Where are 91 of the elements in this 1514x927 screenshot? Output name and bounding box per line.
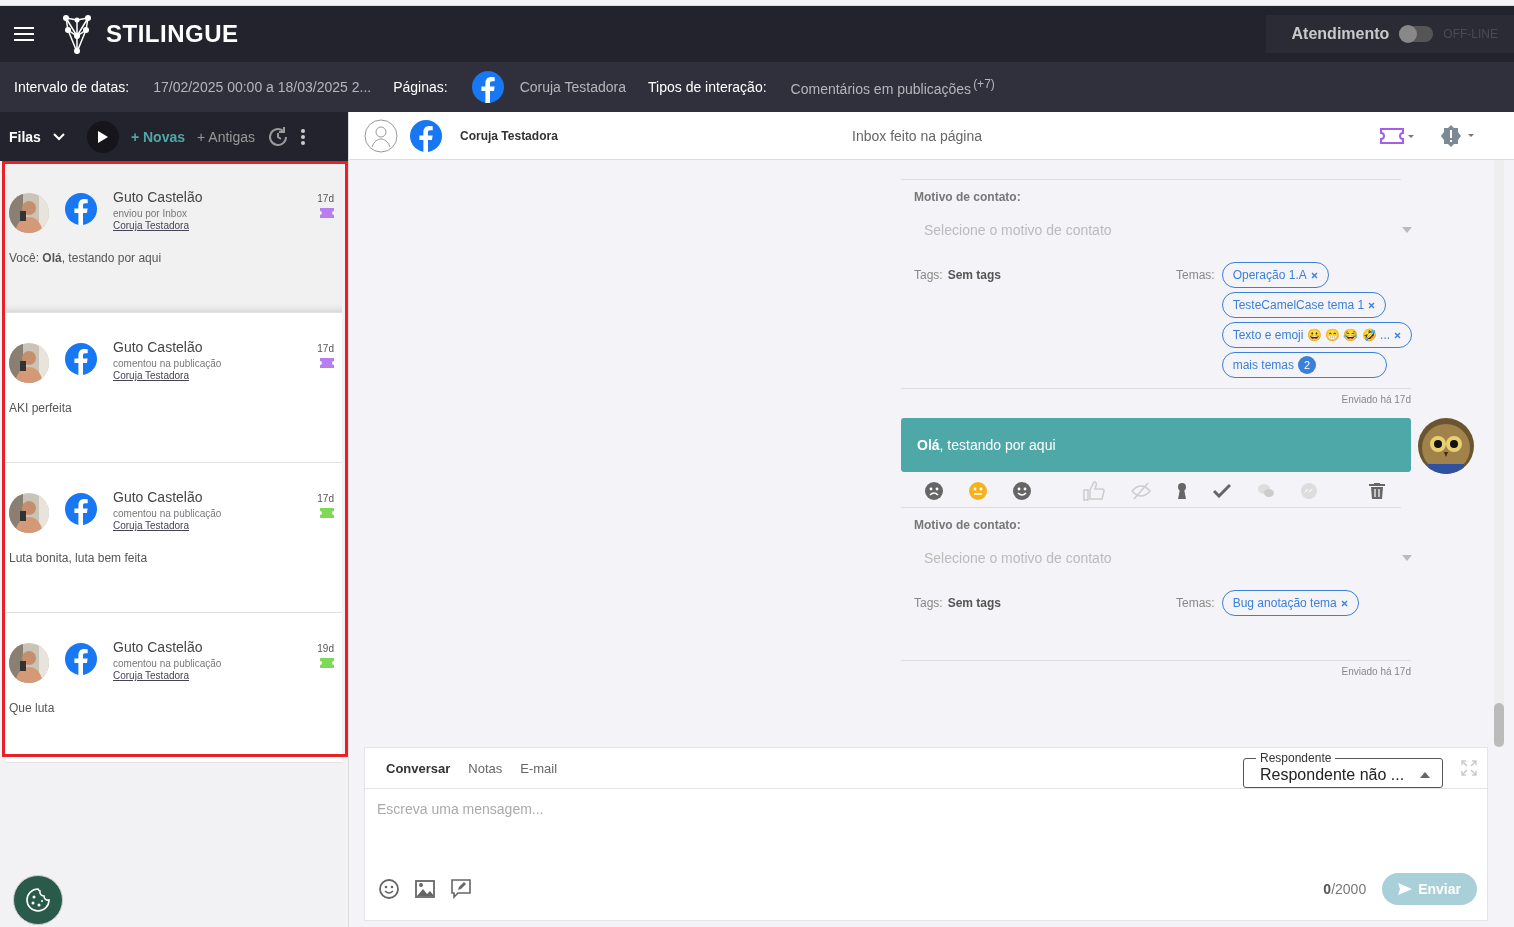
close-icon[interactable]: [1394, 331, 1402, 339]
caret-icon: [1402, 555, 1412, 561]
refresh-icon[interactable]: [267, 125, 289, 148]
tags-value: Sem tags: [947, 267, 1002, 284]
queue-filter-button[interactable]: + Antigas: [197, 128, 255, 145]
contact-name: Guto Castelão: [113, 489, 204, 505]
page-link[interactable]: Coruja Testadora: [113, 370, 302, 381]
facebook-icon: [65, 193, 97, 225]
filter-value[interactable]: Coruja Testadora: [519, 79, 627, 95]
trash-icon[interactable]: [1369, 482, 1385, 499]
keyhole-icon[interactable]: [1177, 482, 1187, 499]
composer-tab[interactable]: Notas: [468, 760, 503, 776]
message-input[interactable]: Escreva uma mensagem...: [365, 789, 1487, 864]
play-icon: [97, 130, 108, 143]
filter-value[interactable]: 17/02/2025 00:00 a 18/03/2025 2...: [153, 79, 372, 95]
cookie-icon: [25, 887, 51, 913]
ticket-dropdown-icon[interactable]: [1380, 127, 1414, 144]
toggle-switch[interactable]: [1399, 26, 1434, 42]
send-icon: [1398, 883, 1413, 895]
contact-name: Guto Castelão: [113, 189, 204, 205]
themes-label: Temas:: [1176, 267, 1215, 284]
action-text: comentou na publicação: [113, 358, 223, 369]
brand-name: STILINGUE: [106, 20, 239, 48]
action-text: comentou na publicação: [113, 508, 223, 519]
close-icon[interactable]: [1340, 599, 1348, 607]
page-link[interactable]: Coruja Testadora: [113, 520, 302, 531]
composer-tab[interactable]: Conversar: [386, 760, 451, 776]
chevron-down-icon: [52, 132, 65, 141]
composer-tab[interactable]: E-mail: [520, 760, 558, 776]
page-name: Coruja Testadora: [460, 128, 559, 143]
smiley-face-icon[interactable]: [1013, 481, 1031, 500]
conversation-card[interactable]: Guto Castelão enviou por Inbox Coruja Testadora 17d Você: Olá, testando por aqui: [6, 163, 342, 313]
sent-time: Enviado há 17d: [901, 388, 1411, 414]
thumbs-up-icon[interactable]: [1083, 480, 1105, 501]
tags-value: Sem tags: [947, 595, 1002, 612]
image-icon[interactable]: [415, 880, 435, 898]
more-icon[interactable]: [301, 128, 305, 145]
time-text: 17d: [317, 493, 334, 504]
time-text: 17d: [317, 193, 334, 204]
field-label: Motivo de contato:: [913, 517, 1022, 532]
close-icon[interactable]: [1368, 301, 1376, 309]
play-button[interactable]: [86, 120, 119, 153]
page-link[interactable]: Coruja Testadora: [113, 220, 302, 231]
filter-label: Páginas:: [393, 79, 448, 95]
sad-face-icon[interactable]: [925, 481, 943, 500]
filter-value[interactable]: Comentários em publicações$^{(+7)}$: [790, 77, 995, 97]
message-preview: Que luta: [9, 701, 56, 715]
cookie-button[interactable]: [13, 875, 63, 925]
menu-icon[interactable]: [14, 27, 34, 41]
facebook-icon: [471, 71, 504, 103]
filter-label: Intervalo de datas:: [14, 79, 130, 95]
field-label: Motivo de contato:: [913, 189, 1022, 204]
character-counter: 0/2000: [1323, 881, 1367, 897]
caret-icon: [1402, 227, 1412, 233]
time-text: 17d: [317, 343, 334, 354]
user-icon: [364, 118, 398, 153]
count-badge: 2: [1298, 356, 1317, 374]
conversation-card[interactable]: Guto Castelão comentou na publicação Coruja Testadora 17d AKI perfeita: [6, 313, 342, 463]
check-icon[interactable]: [1213, 483, 1231, 498]
filter-label: Tipos de interação:: [648, 79, 767, 95]
message-preview: AKI perfeita: [9, 401, 73, 415]
contact-name: Guto Castelão: [113, 639, 204, 655]
close-icon[interactable]: [1310, 271, 1318, 279]
action-text: enviou por Inbox: [113, 208, 188, 219]
message-bubble: Olá, testando por aqui: [901, 418, 1411, 472]
facebook-icon: [410, 119, 442, 152]
page-link[interactable]: Coruja Testadora: [113, 670, 302, 681]
facebook-icon: [65, 493, 97, 525]
queue-dropdown[interactable]: Filas: [9, 128, 65, 145]
service-label: Atendimento: [1291, 25, 1390, 43]
tags-label: Tags:: [914, 267, 943, 284]
emoji-icon[interactable]: [379, 879, 399, 899]
themes-label: Temas:: [1176, 595, 1215, 612]
contact-name: Guto Castelão: [113, 339, 204, 355]
tags-label: Tags:: [914, 595, 943, 612]
alert-dropdown-icon[interactable]: [1440, 124, 1476, 147]
logo-icon: [62, 14, 92, 54]
conversation-card[interactable]: Guto Castelão comentou na publicação Coruja Testadora 17d Luta bonita, luta bem feita: [6, 463, 342, 613]
queue-filter-button[interactable]: + Novas: [130, 128, 185, 145]
conversation-card[interactable]: Guto Castelão comentou na publicação Coruja Testadora 19d Que luta: [6, 613, 342, 763]
action-text: comentou na publicação: [113, 658, 223, 669]
edit-comment-icon[interactable]: [451, 879, 471, 899]
facebook-icon: [65, 643, 97, 675]
chat-subtitle: Inbox feito na página: [852, 127, 982, 144]
time-text: 19d: [317, 643, 334, 654]
facebook-icon: [65, 343, 97, 375]
sent-time: Enviado há 17d: [901, 660, 1411, 686]
caret-icon: [1420, 772, 1430, 778]
scrollbar-thumb[interactable]: [1494, 703, 1504, 747]
message-preview: Você: Olá, testando por aqui: [9, 251, 163, 265]
message-preview: Luta bonita, luta bem feita: [9, 551, 149, 565]
